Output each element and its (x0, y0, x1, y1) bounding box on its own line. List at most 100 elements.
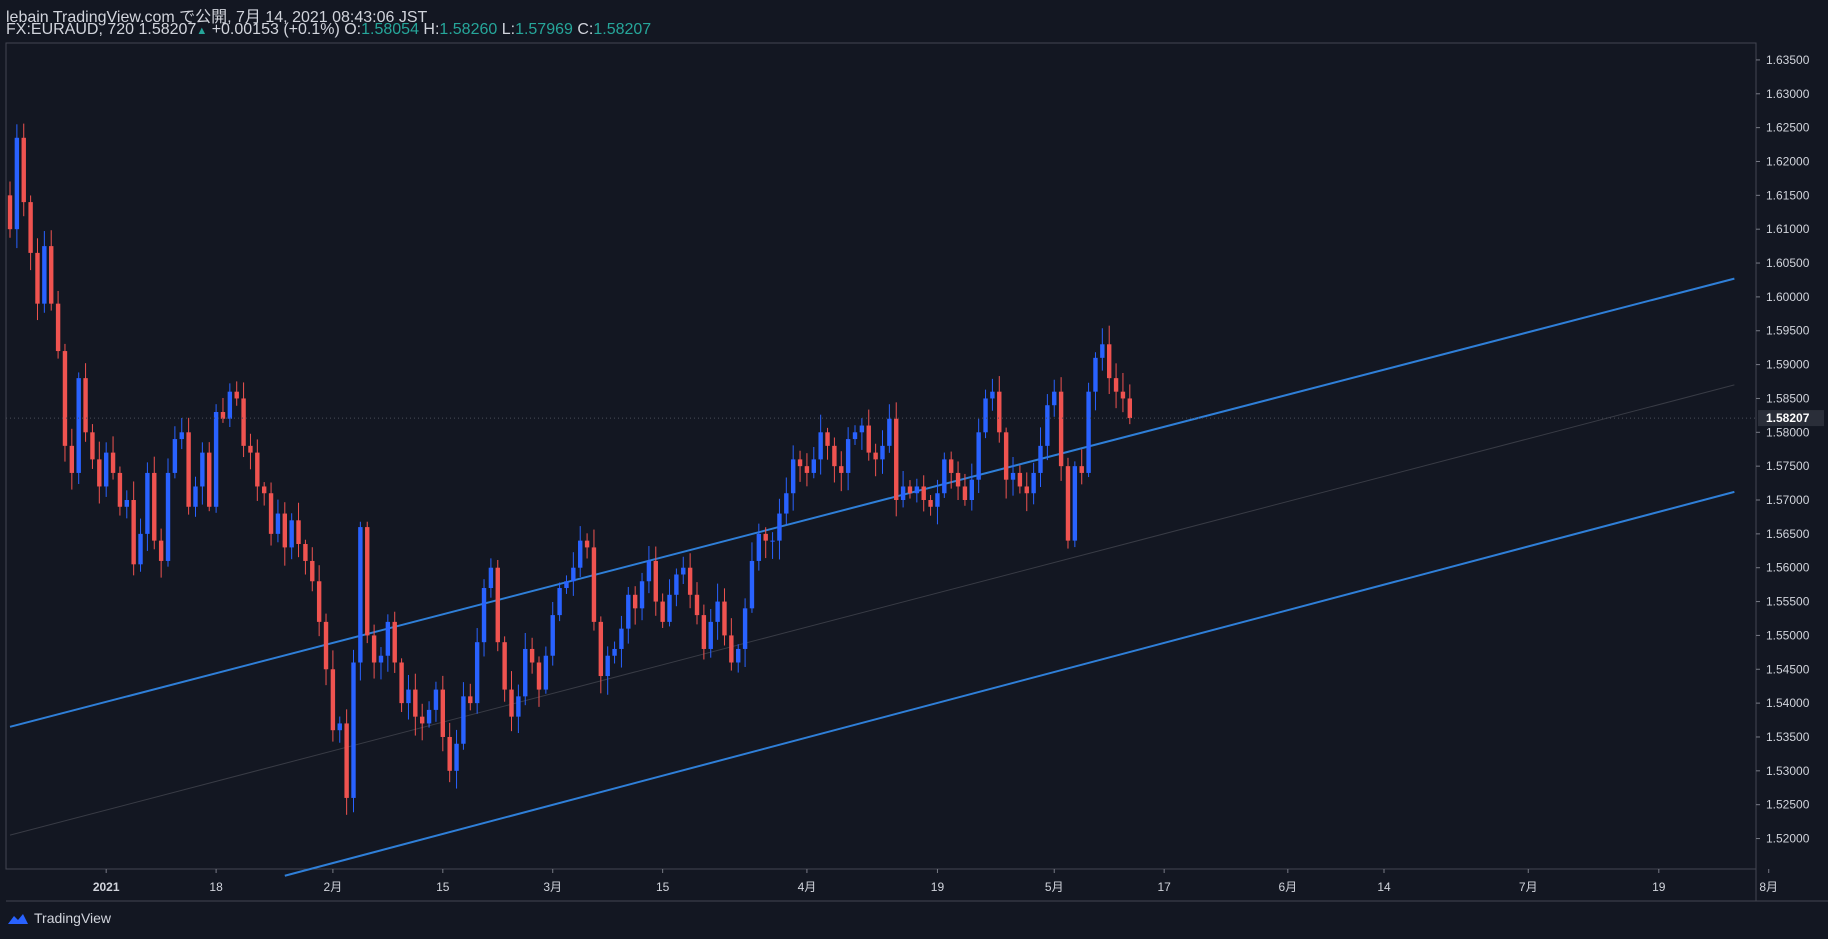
time-axis[interactable]: 2021 18 2月 15 3月 15 4月 19 5月 17 6月 14 7月 19 8月 (6, 869, 1828, 902)
channel-median-line[interactable] (9, 384, 1735, 836)
candle-body (145, 472, 150, 534)
candle-body (529, 648, 535, 663)
candle (790, 445, 796, 511)
candle-body (784, 493, 789, 514)
candle-body (35, 252, 40, 304)
candle-body (729, 635, 734, 663)
candle-body (660, 601, 665, 622)
candle (365, 521, 370, 644)
candle (275, 499, 281, 543)
candle-body (261, 486, 267, 494)
candle-body (756, 533, 762, 561)
candle (784, 477, 789, 525)
candle-body (990, 391, 995, 399)
candle (406, 674, 411, 720)
candle (990, 378, 995, 411)
candle (1079, 449, 1084, 485)
candle-body (605, 655, 610, 677)
price-chart[interactable]: 1.63500 1.63000 1.62500 1.62000 1.61500 1.610… (0, 0, 1828, 939)
candle (729, 618, 734, 671)
candle (344, 709, 349, 815)
candle (646, 546, 652, 594)
candle (7, 181, 13, 238)
time-tick-label: 19 (1652, 880, 1666, 894)
candle (28, 195, 33, 271)
time-tick-label: 19 (931, 880, 945, 894)
candle-body (516, 696, 521, 717)
price-tick-label: 1.54500 (1766, 662, 1810, 676)
candle (145, 462, 150, 551)
candle (110, 436, 116, 480)
candle (1100, 328, 1105, 371)
candle (1065, 457, 1071, 549)
candle (839, 451, 844, 492)
candle (213, 404, 219, 513)
candle (866, 409, 871, 461)
candle-body (1031, 472, 1036, 494)
price-axis[interactable]: 1.63500 1.63000 1.62500 1.62000 1.61500 1.610… (1756, 53, 1824, 846)
candle-body (969, 479, 974, 501)
candle (502, 636, 507, 702)
candle-body (55, 303, 61, 352)
candle-body (7, 195, 13, 230)
candle-body (234, 391, 239, 399)
candle (571, 552, 576, 596)
channel-lower-line[interactable] (284, 490, 1735, 877)
candle (997, 376, 1002, 443)
candle (1086, 382, 1091, 478)
candle-body (832, 445, 837, 467)
candle (1093, 352, 1098, 411)
candle (42, 231, 47, 313)
candle-body (818, 432, 823, 460)
candle (852, 425, 858, 445)
candle-body (330, 669, 336, 731)
price-tick-label: 1.60000 (1766, 290, 1810, 304)
price-tick-label: 1.57000 (1766, 493, 1810, 507)
candle-body (28, 202, 33, 253)
candle-body (873, 452, 878, 460)
parallel-channel[interactable] (9, 277, 1735, 877)
candle-body (289, 520, 294, 548)
candle-body (619, 628, 624, 649)
candle-body (749, 560, 755, 609)
candle-body (310, 560, 315, 582)
candle (578, 526, 583, 578)
candle (392, 611, 397, 673)
candle-body (900, 486, 906, 501)
candle (248, 433, 253, 470)
candle (797, 450, 803, 482)
candle (21, 123, 26, 217)
candle-body (474, 642, 480, 704)
candle (770, 532, 775, 559)
price-tick-label: 1.59500 (1766, 324, 1810, 338)
candle-body (21, 137, 26, 203)
candle-body (378, 655, 384, 663)
channel-upper-line[interactable] (9, 277, 1735, 728)
price-tick-label: 1.52500 (1766, 798, 1810, 812)
tradingview-logo[interactable]: TradingView (6, 910, 111, 926)
candle-body (976, 432, 981, 480)
candle-body (481, 588, 487, 643)
price-tick-label: 1.58500 (1766, 391, 1810, 405)
candle (914, 478, 920, 503)
candle (942, 452, 947, 498)
candle-body (207, 452, 212, 507)
candle-body (928, 500, 933, 507)
candle (454, 729, 459, 789)
candle-body (543, 655, 549, 690)
candle (509, 671, 514, 732)
candle (97, 441, 102, 504)
candle-body (804, 466, 810, 473)
candle (880, 430, 885, 474)
candle (426, 701, 432, 728)
price-tick-label: 1.59000 (1766, 358, 1810, 372)
candle (1024, 472, 1029, 512)
candle-body (158, 540, 164, 561)
candle (433, 681, 439, 722)
candle (14, 124, 20, 249)
candle (261, 482, 267, 506)
price-tick-label: 1.58000 (1766, 425, 1810, 439)
time-tick-label: 2021 (93, 880, 120, 894)
candle (1107, 325, 1112, 395)
candle-body (1058, 391, 1064, 467)
